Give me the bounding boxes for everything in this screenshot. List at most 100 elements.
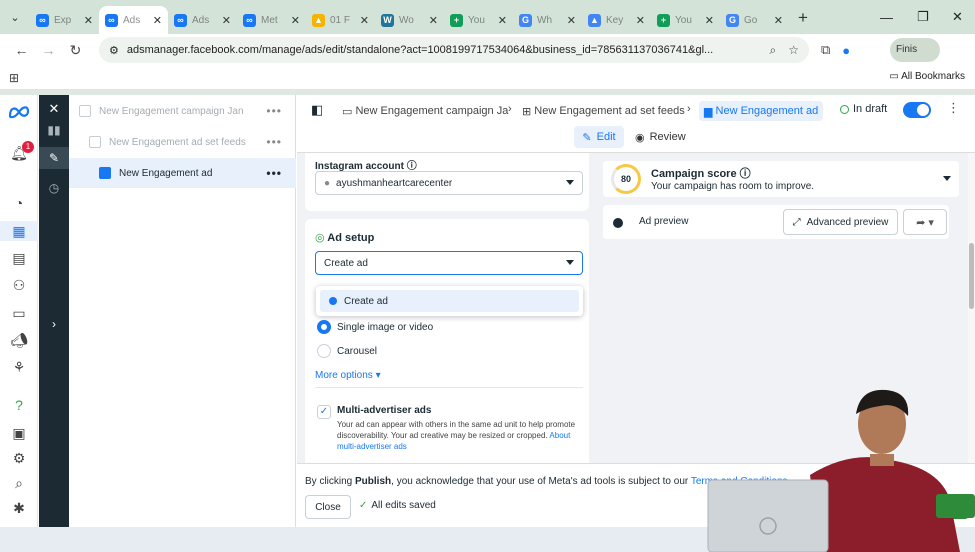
forward-icon[interactable]: →	[35, 42, 62, 58]
ad-setup-select[interactable]: Create ad	[315, 251, 583, 275]
more-options-icon[interactable]: •••	[266, 135, 282, 149]
instagram-account-select[interactable]: ● ayushmanheartcarecenter	[315, 171, 583, 195]
ads-manager-table-icon[interactable]: ▦	[0, 221, 38, 241]
business-tools-icon[interactable]: ⚘	[0, 359, 38, 376]
extensions-icon[interactable]: ⧉	[821, 42, 830, 58]
more-options-link[interactable]: More options ▾	[315, 370, 381, 381]
restore-button[interactable]: ❐	[917, 0, 929, 34]
more-options-icon[interactable]: •••	[266, 166, 282, 180]
tab-close-icon[interactable]: ✕	[291, 14, 300, 27]
settings-gear-icon[interactable]: ⚙	[0, 450, 38, 467]
tab-review[interactable]: ◉ Review	[635, 126, 686, 148]
dropdown-option-create-ad[interactable]: Create ad	[320, 290, 579, 312]
instagram-account-value: ayushmanheartcarecenter	[336, 177, 453, 189]
billing-card-icon[interactable]: ▭	[0, 305, 38, 322]
tab-close-icon[interactable]: ✕	[774, 14, 783, 27]
campaign-score-card[interactable]: 80 Campaign score ⓘ Your campaign has ro…	[603, 161, 959, 197]
tab-close-icon[interactable]: ✕	[636, 14, 645, 27]
browser-tab[interactable]: ▲ Key ✕	[582, 6, 651, 34]
minimize-button[interactable]: —	[880, 0, 893, 34]
browser-tab[interactable]: G Go ✕	[720, 6, 789, 34]
breadcrumb-campaign[interactable]: ▭ New Engagement campaign Ja	[342, 101, 508, 121]
ad-on-off-toggle[interactable]	[903, 102, 931, 118]
tab-close-icon[interactable]: ✕	[429, 14, 438, 27]
presenter-photo	[707, 389, 975, 552]
tree-item-ad[interactable]: New Engagement ad •••	[69, 158, 296, 188]
ad-setup-title: ◎ Ad setup	[315, 232, 375, 244]
multi-advertiser-label: Multi-advertiser ads	[337, 405, 432, 416]
meta-logo-icon[interactable]	[8, 105, 30, 119]
browser-tab[interactable]: ∞ Ads ✕	[99, 6, 168, 34]
browser-tab[interactable]: ∞ Exp ✕	[30, 6, 99, 34]
tab-close-icon[interactable]: ✕	[84, 14, 93, 27]
browser-tab[interactable]: + You ✕	[444, 6, 513, 34]
zoom-icon[interactable]: ⌕	[770, 43, 777, 58]
more-actions-icon[interactable]: ⋮	[947, 100, 960, 116]
address-bar[interactable]: ⚙ adsmanager.facebook.com/manage/ads/edi…	[99, 37, 809, 63]
tree-item-label: New Engagement ad set feeds	[109, 136, 246, 148]
info-icon[interactable]: ⓘ	[740, 168, 751, 180]
draft-status-icon	[840, 104, 849, 114]
history-clock-icon[interactable]: ◷	[39, 181, 69, 195]
dashboard-gauge-icon[interactable]: ◔	[0, 195, 38, 211]
tree-item-adset[interactable]: New Engagement ad set feeds •••	[69, 127, 296, 157]
tree-item-campaign[interactable]: New Engagement campaign Jan •••	[69, 96, 296, 126]
finish-update-button[interactable]: Finis	[890, 38, 940, 62]
tab-close-icon[interactable]: ✕	[153, 14, 162, 27]
share-dropdown-button[interactable]: ➦ ▾	[903, 209, 947, 235]
chart-icon[interactable]: ▮▮	[39, 123, 69, 137]
tab-favicon-icon: ∞	[36, 13, 49, 27]
new-tab-button[interactable]: +	[789, 8, 817, 28]
tab-close-icon[interactable]: ✕	[705, 14, 714, 27]
apps-grid-icon[interactable]: ⊞	[9, 71, 19, 85]
site-settings-icon[interactable]: ⚙	[109, 44, 119, 57]
format-single-radio[interactable]	[317, 320, 331, 334]
edit-pencil-icon[interactable]: ✎	[39, 147, 69, 169]
tree-item-label: New Engagement ad	[119, 167, 213, 179]
browser-tab[interactable]: ∞ Met ✕	[237, 6, 306, 34]
browser-tab[interactable]: + You ✕	[651, 6, 720, 34]
campaign-score-title: Campaign score ⓘ	[651, 168, 751, 180]
search-icon[interactable]: ⌕	[0, 475, 38, 492]
audiences-icon[interactable]: ⚇	[0, 277, 38, 294]
bookmark-star-icon[interactable]: ☆	[788, 43, 799, 57]
browser-tab[interactable]: ∞ Ads ✕	[168, 6, 237, 34]
breadcrumb-ad[interactable]: ▆ New Engagement ad	[699, 101, 824, 121]
close-window-button[interactable]: ✕	[952, 0, 963, 34]
profile-avatar-icon[interactable]: ●	[842, 43, 850, 58]
tab-close-icon[interactable]: ✕	[222, 14, 231, 27]
more-options-icon[interactable]: •••	[266, 104, 282, 118]
tab-close-icon[interactable]: ✕	[498, 14, 507, 27]
browser-tab[interactable]: W Wo ✕	[375, 6, 444, 34]
pages-icon[interactable]: ▤	[0, 250, 38, 267]
multi-advertiser-checkbox[interactable]: ✓	[317, 405, 331, 419]
close-editor-icon[interactable]: ✕	[39, 101, 69, 117]
chevron-down-icon	[566, 180, 574, 185]
all-bookmarks-button[interactable]: ▭ All Bookmarks	[889, 71, 965, 82]
tab-title: Wh	[537, 14, 552, 26]
tab-search-icon[interactable]: ⌄	[0, 0, 30, 34]
share-icon: ➦ ▾	[916, 216, 934, 229]
reload-icon[interactable]: ↻	[62, 42, 89, 59]
tab-close-icon[interactable]: ✕	[360, 14, 369, 27]
back-icon[interactable]: ←	[8, 42, 35, 58]
tab-close-icon[interactable]: ✕	[567, 14, 576, 27]
bug-report-icon[interactable]: ✱	[0, 500, 38, 517]
expand-panel-icon[interactable]: ›	[39, 317, 69, 331]
browser-tab[interactable]: G Wh ✕	[513, 6, 582, 34]
breadcrumb-adset[interactable]: ⊞ New Engagement ad set feeds	[522, 101, 685, 121]
toggle-sidebar-icon[interactable]: ◧	[311, 102, 323, 118]
close-button[interactable]: Close	[305, 495, 351, 519]
scrollbar-thumb[interactable]	[969, 243, 974, 309]
campaigns-megaphone-icon[interactable]: 📣︎	[0, 332, 38, 349]
format-carousel-radio[interactable]	[317, 344, 331, 358]
tab-edit[interactable]: ✎ Edit	[574, 126, 624, 148]
preview-toggle-icon[interactable]	[613, 218, 623, 228]
news-icon[interactable]: ▣	[0, 425, 38, 442]
chevron-down-icon[interactable]	[943, 176, 951, 181]
identity-card: Instagram account ⓘ ● ayushmanheartcarec…	[305, 153, 589, 211]
advanced-preview-button[interactable]: ⤢ Advanced preview	[783, 209, 898, 235]
format-carousel-label: Carousel	[337, 346, 378, 357]
help-icon[interactable]: ?	[0, 397, 38, 413]
browser-tab[interactable]: ▲ 01 F ✕	[306, 6, 375, 34]
